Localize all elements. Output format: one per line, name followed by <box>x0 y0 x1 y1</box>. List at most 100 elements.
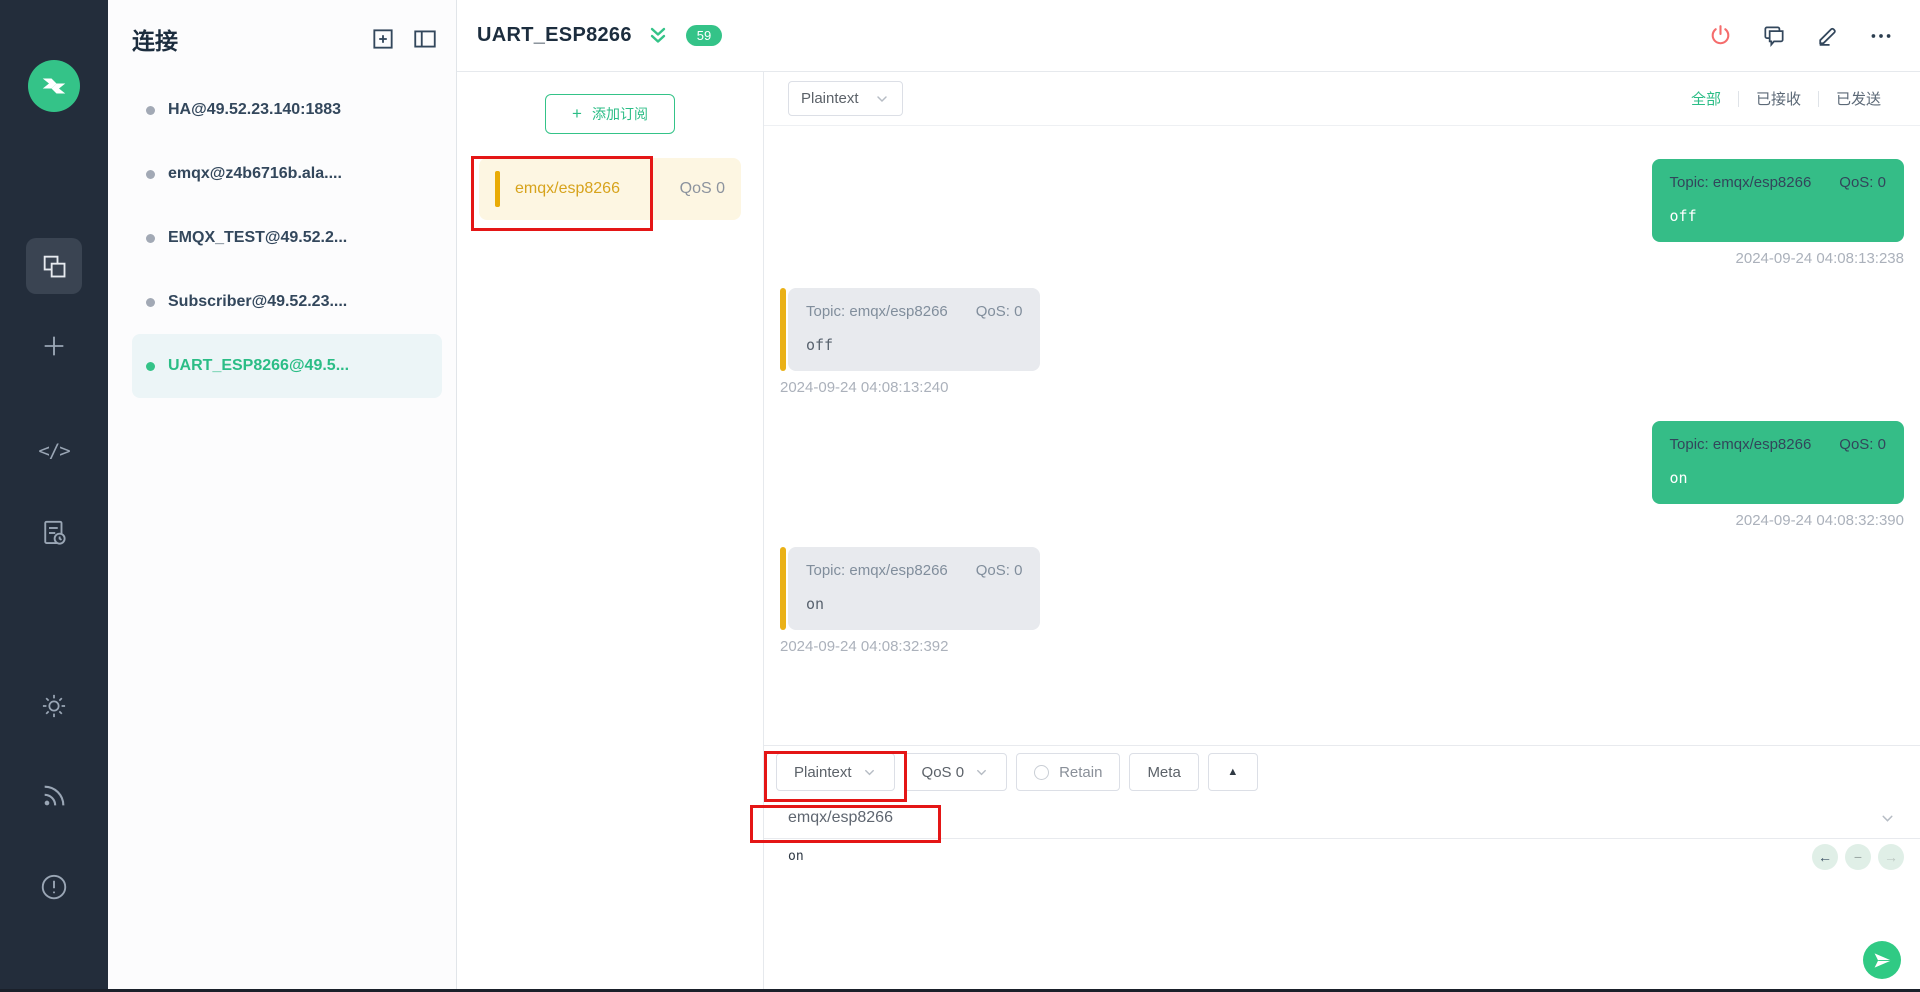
qos-dropdown[interactable]: QoS 0 <box>904 753 1008 791</box>
payload-value[interactable]: on <box>788 849 804 864</box>
info-circle-icon <box>39 872 69 902</box>
message-bubble[interactable]: Topic: emqx/esp8266 QoS: 0 on <box>788 547 1040 630</box>
message-count-badge: 59 <box>686 25 722 46</box>
nav-rail: </> <box>0 0 108 992</box>
message-payload: off <box>1670 207 1886 225</box>
disconnect-power-icon[interactable] <box>1708 23 1733 48</box>
overlapping-squares-icon <box>40 252 68 280</box>
publish-composer: Plaintext QoS 0 <box>764 745 1920 992</box>
collapse-composer-button[interactable]: ▲ <box>1208 753 1258 791</box>
message-topic: Topic: emqx/esp8266 <box>806 562 948 579</box>
connection-item[interactable]: HA@49.52.23.140:1883 <box>132 78 442 142</box>
double-chevron-down-icon[interactable] <box>646 24 670 48</box>
message-qos: QoS: 0 <box>1839 436 1886 453</box>
message-timestamp: 2024-09-24 04:08:13:240 <box>780 379 948 396</box>
nav-settings-icon[interactable] <box>0 692 108 720</box>
new-connection-window-icon[interactable] <box>370 26 396 52</box>
connection-item[interactable]: Subscriber@49.52.23.... <box>132 270 442 334</box>
message-received: Topic: emqx/esp8266 QoS: 0 off 2024-09-2… <box>780 288 1904 396</box>
plus-icon <box>40 332 68 360</box>
mqttx-app: </> <box>0 0 1920 992</box>
chevron-down-icon[interactable] <box>1879 810 1896 827</box>
subscription-topic: emqx/esp8266 <box>515 180 680 198</box>
connection-status-dot <box>146 170 155 179</box>
tab-all[interactable]: 全部 <box>1674 88 1738 109</box>
qos-value: QoS 0 <box>922 764 965 781</box>
subscription-color-bar <box>780 547 786 630</box>
message-payload: on <box>1670 469 1886 487</box>
main-area: UART_ESP8266 59 <box>457 0 1920 992</box>
connection-label: EMQX_TEST@49.52.2... <box>168 229 347 247</box>
message-timestamp: 2024-09-24 04:08:32:390 <box>1736 512 1904 529</box>
clear-messages-icon[interactable] <box>1761 23 1787 49</box>
connection-label: UART_ESP8266@49.5... <box>168 357 349 375</box>
connection-item[interactable]: emqx@z4b6716b.ala.... <box>132 142 442 206</box>
retain-toggle[interactable]: Retain <box>1016 753 1120 791</box>
message-bubble[interactable]: Topic: emqx/esp8266 QoS: 0 off <box>1652 159 1904 242</box>
history-back-icon[interactable]: ← <box>1812 844 1838 870</box>
history-forward-icon[interactable]: → <box>1878 844 1904 870</box>
subscription-color-bar <box>495 171 500 207</box>
message-qos: QoS: 0 <box>976 303 1023 320</box>
message-format-dropdown[interactable]: Plaintext <box>788 81 903 116</box>
nav-new-connection-icon[interactable] <box>0 332 108 360</box>
paper-plane-icon <box>1873 951 1892 970</box>
subscription-color-bar <box>780 288 786 371</box>
tab-published[interactable]: 已发送 <box>1819 88 1898 109</box>
message-topic: Topic: emqx/esp8266 <box>806 303 948 320</box>
send-button[interactable] <box>1863 941 1901 979</box>
meta-label: Meta <box>1147 764 1180 781</box>
subscriptions-panel: + 添加订阅 emqx/esp8266 QoS 0 <box>457 72 764 992</box>
connection-status-dot <box>146 298 155 307</box>
connection-header: UART_ESP8266 59 <box>457 0 1920 72</box>
meta-button[interactable]: Meta <box>1129 753 1198 791</box>
document-clock-icon <box>39 518 69 548</box>
nav-connections-icon[interactable] <box>0 252 108 280</box>
nav-news-icon[interactable] <box>0 782 108 810</box>
connections-title: 连接 <box>132 22 370 56</box>
toggle-sidebar-layout-icon[interactable] <box>412 26 438 52</box>
mqttx-logo-icon <box>39 71 69 101</box>
add-subscription-label: 添加订阅 <box>592 104 648 124</box>
message-bubble[interactable]: Topic: emqx/esp8266 QoS: 0 off <box>788 288 1040 371</box>
message-bubble[interactable]: Topic: emqx/esp8266 QoS: 0 on <box>1652 421 1904 504</box>
payload-editor[interactable]: on ← − → <box>764 839 1920 992</box>
message-topic: Topic: emqx/esp8266 <box>1670 436 1812 453</box>
messages-panel: Plaintext 全部 已接收 已发送 <box>764 72 1920 992</box>
connection-status-dot <box>146 234 155 243</box>
connection-item-selected[interactable]: UART_ESP8266@49.5... <box>132 334 442 398</box>
connections-header: 连接 <box>132 18 442 56</box>
format-value: Plaintext <box>794 764 852 781</box>
message-timestamp: 2024-09-24 04:08:32:392 <box>780 638 948 655</box>
connection-item[interactable]: EMQX_TEST@49.52.2... <box>132 206 442 270</box>
message-qos: QoS: 0 <box>976 562 1023 579</box>
connection-label: Subscriber@49.52.23.... <box>168 293 347 311</box>
tab-received[interactable]: 已接收 <box>1739 88 1818 109</box>
nav-about-icon[interactable] <box>0 872 108 902</box>
topic-input[interactable] <box>788 809 1879 827</box>
nav-script-icon[interactable]: </> <box>0 440 108 462</box>
subscription-item[interactable]: emqx/esp8266 QoS 0 <box>479 158 741 220</box>
connection-label: HA@49.52.23.140:1883 <box>168 101 341 119</box>
history-clear-icon[interactable]: − <box>1845 844 1871 870</box>
payload-format-dropdown[interactable]: Plaintext <box>776 753 895 791</box>
message-payload: on <box>806 595 1022 613</box>
message-received: Topic: emqx/esp8266 QoS: 0 on 2024-09-24… <box>780 547 1904 655</box>
retain-label: Retain <box>1059 764 1102 781</box>
connection-label: emqx@z4b6716b.ala.... <box>168 165 342 183</box>
mqttx-logo[interactable] <box>28 60 80 112</box>
message-qos: QoS: 0 <box>1839 174 1886 191</box>
connection-status-dot <box>146 362 155 371</box>
chevron-down-icon <box>974 765 989 780</box>
radio-icon <box>1034 765 1049 780</box>
chevron-down-icon <box>874 91 890 107</box>
message-list: Topic: emqx/esp8266 QoS: 0 off 2024-09-2… <box>764 126 1920 745</box>
format-value: Plaintext <box>801 90 859 107</box>
chevron-down-icon <box>862 765 877 780</box>
nav-log-icon[interactable] <box>0 518 108 548</box>
connection-status-dot <box>146 106 155 115</box>
more-options-ellipsis-icon[interactable] <box>1868 23 1894 49</box>
rss-icon <box>40 782 68 810</box>
add-subscription-button[interactable]: + 添加订阅 <box>545 94 675 134</box>
edit-pencil-icon[interactable] <box>1815 23 1840 48</box>
